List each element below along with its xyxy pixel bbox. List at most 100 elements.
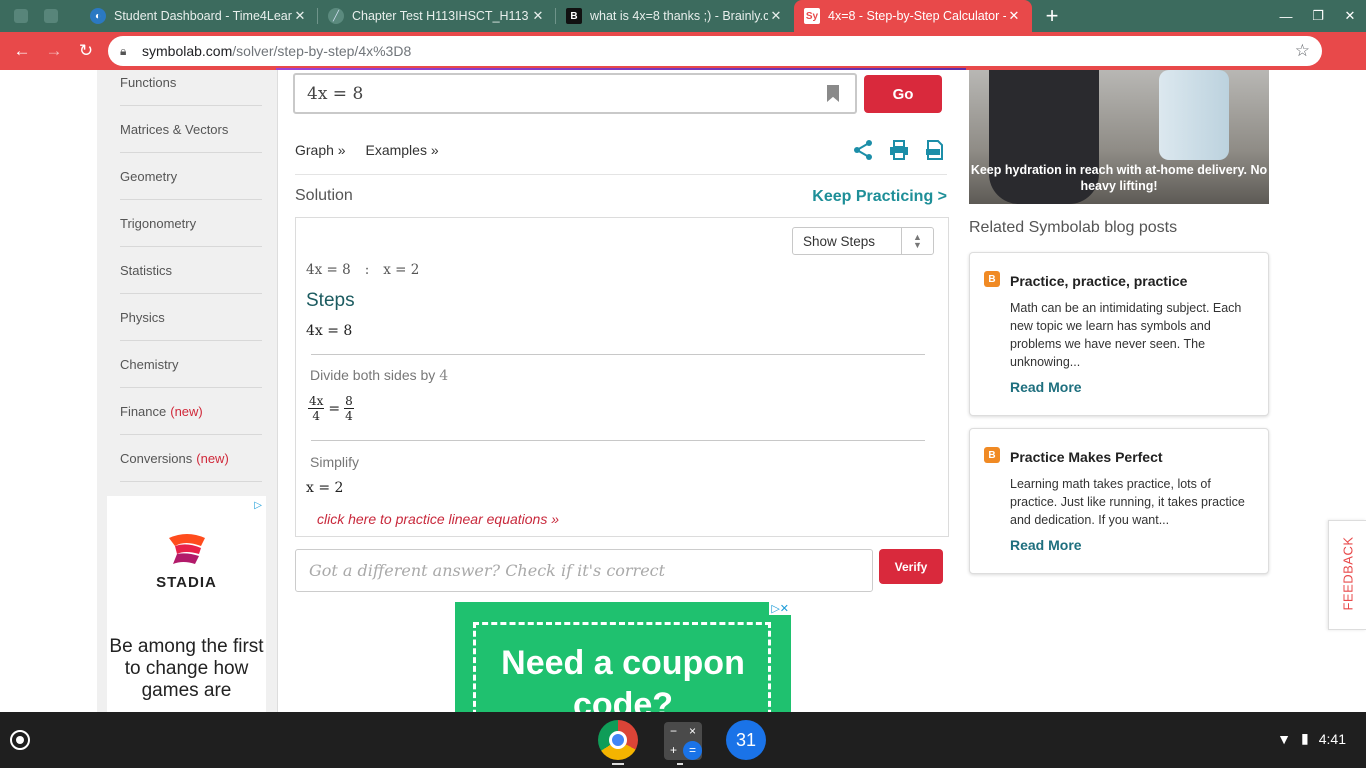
print-icon[interactable]	[888, 139, 910, 161]
sidebar-item-label: Functions	[120, 74, 177, 90]
verify-button[interactable]: Verify	[879, 549, 943, 584]
blogger-icon: B	[984, 271, 1000, 287]
step-divide-value: 4	[439, 368, 449, 384]
close-window-icon[interactable]: ✕	[1334, 8, 1366, 24]
clock-time: 4:41	[1318, 730, 1346, 747]
document-favicon-icon: ╱	[328, 8, 344, 24]
tab-brainly[interactable]: B what is 4x=8 thanks ;) - Brainly.c ✕	[556, 0, 794, 32]
step-fraction-equation: 4x 4 = 84	[308, 394, 354, 423]
coupon-ad-text: Need a coupon code?	[501, 644, 745, 712]
fraction-denominator: 4	[312, 409, 321, 423]
close-tab-icon[interactable]: ✕	[1006, 8, 1022, 24]
fraction-denominator: 4	[345, 409, 353, 423]
hidden-tabs-area[interactable]	[0, 0, 80, 32]
hydration-ad[interactable]: Keep hydration in reach with at-home del…	[969, 70, 1269, 204]
status-tray[interactable]: ▼ ▮ 4:41	[1277, 730, 1346, 747]
url-host: symbolab.com	[142, 43, 233, 59]
brainly-favicon-icon: B	[566, 8, 582, 24]
step-divide-text: Divide both sides by	[310, 367, 436, 383]
maximize-icon[interactable]: ❐	[1302, 8, 1334, 24]
solver-links: Graph » Examples »	[295, 142, 455, 158]
read-more-link[interactable]: Read More	[1010, 537, 1082, 553]
tab-title: Chapter Test H113IHSCT_H113	[352, 9, 529, 23]
solution-tools	[852, 139, 946, 161]
tab-chapter-test[interactable]: ╱ Chapter Test H113IHSCT_H113 ✕	[318, 0, 556, 32]
equals-sign: =	[328, 400, 341, 417]
chrome-app-icon[interactable]	[598, 720, 638, 760]
tab-student-dashboard[interactable]: ◐ Student Dashboard - Time4Lear ✕	[80, 0, 318, 32]
sidebar-item-label: Matrices & Vectors	[120, 121, 229, 137]
new-tab-button[interactable]: +	[1032, 0, 1072, 32]
share-icon[interactable]	[852, 139, 874, 161]
close-tab-icon[interactable]: ✕	[530, 8, 546, 24]
sidebar-item-geometry[interactable]: Geometry	[120, 153, 262, 200]
lock-icon[interactable]: 🔒︎	[120, 44, 132, 59]
fraction-numerator: 8	[344, 394, 354, 409]
wifi-icon: ▼	[1277, 730, 1292, 747]
sidebar-item-matrices-vectors[interactable]: Matrices & Vectors	[120, 106, 262, 153]
answer-result: x = 2	[383, 262, 420, 278]
bookmark-star-icon[interactable]: ☆	[1295, 41, 1310, 61]
calculator-app-icon[interactable]: − × + =	[664, 722, 702, 760]
minimize-icon[interactable]: —	[1270, 9, 1302, 24]
verify-answer-input[interactable]: Got a different answer? Check if it's co…	[295, 549, 873, 592]
select-arrows-icon: ▲ ▼	[901, 228, 933, 254]
bookmark-icon[interactable]	[827, 85, 839, 102]
go-button[interactable]: Go	[864, 75, 942, 113]
os-shelf: − × + = 31 ▼ ▮ 4:41	[0, 712, 1366, 768]
show-steps-select[interactable]: Show Steps ▲ ▼	[792, 227, 934, 255]
sidebar-item-statistics[interactable]: Statistics	[120, 247, 262, 294]
adchoices-close-icon[interactable]: ▷✕	[769, 602, 791, 615]
adchoices-icon[interactable]: ▷	[254, 500, 262, 511]
sidebar-item-label: Physics	[120, 309, 165, 325]
feedback-label: FEEDBACK	[1340, 536, 1356, 611]
sidebar-item-chemistry[interactable]: Chemistry	[120, 341, 262, 388]
read-more-link[interactable]: Read More	[1010, 379, 1082, 395]
sidebar-item-physics[interactable]: Physics	[120, 294, 262, 341]
tab-symbolab[interactable]: Sy 4x=8 - Step-by-Step Calculator - ✕	[794, 0, 1032, 32]
blog-post-card: B Practice, practice, practice Math can …	[969, 252, 1269, 416]
back-arrow-icon[interactable]: ←	[6, 41, 38, 61]
sidebar-item-conversions[interactable]: Conversions (new)	[120, 435, 262, 482]
sidebar-item-label: Trigonometry	[120, 215, 197, 231]
launcher-icon[interactable]	[10, 730, 30, 750]
examples-link[interactable]: Examples »	[365, 142, 438, 158]
practice-linear-equations-link[interactable]: click here to practice linear equations …	[317, 511, 559, 527]
feedback-tab[interactable]: FEEDBACK	[1328, 520, 1366, 630]
stadia-ad[interactable]: ▷ STADIA Be among the first to change ho…	[107, 496, 266, 712]
reload-icon[interactable]: ↻	[70, 41, 102, 61]
sidebar-item-trigonometry[interactable]: Trigonometry	[120, 200, 262, 247]
graph-link[interactable]: Graph »	[295, 142, 346, 158]
sidebar-item-label: Geometry	[120, 168, 178, 184]
sidebar-item-label: Chemistry	[120, 356, 179, 372]
keep-practicing-link[interactable]: Keep Practicing >	[812, 188, 947, 206]
equation-input[interactable]: 4x = 8	[293, 73, 857, 114]
steps-heading: Steps	[306, 290, 355, 311]
step-divider	[311, 354, 925, 355]
tab-title: 4x=8 - Step-by-Step Calculator -	[828, 9, 1006, 23]
address-bar[interactable]: 🔒︎ symbolab.com/solver/step-by-step/4x%3…	[108, 36, 1322, 66]
blogger-icon: B	[984, 447, 1000, 463]
related-posts-heading: Related Symbolab blog posts	[969, 219, 1178, 236]
stadia-pitch-text: Be among the first to change how games a…	[109, 636, 264, 701]
fraction-numerator: 4x	[308, 394, 325, 409]
right-column: Keep hydration in reach with at-home del…	[969, 70, 1269, 712]
sidebar-item-functions[interactable]: Functions	[120, 59, 262, 106]
answer-separator: :	[364, 262, 370, 278]
window-controls: — ❐ ✕	[1270, 0, 1366, 32]
pdf-icon[interactable]	[924, 139, 946, 161]
calendar-app-icon[interactable]: 31	[726, 720, 766, 760]
show-steps-value: Show Steps	[803, 233, 876, 249]
equation-value: 4x = 8	[307, 83, 364, 104]
new-badge: (new)	[196, 450, 229, 466]
blog-post-title[interactable]: Practice Makes Perfect	[1010, 449, 1163, 465]
water-bottle-image	[1159, 70, 1229, 160]
step-initial-equation: 4x = 8	[306, 323, 353, 339]
close-tab-icon[interactable]: ✕	[768, 8, 784, 24]
sidebar-item-label: Finance	[120, 403, 167, 419]
close-tab-icon[interactable]: ✕	[292, 8, 308, 24]
sidebar-item-finance[interactable]: Finance (new)	[120, 388, 262, 435]
forward-arrow-icon[interactable]: →	[38, 41, 70, 61]
coupon-ad[interactable]: Need a coupon code? ▷✕	[455, 602, 791, 712]
blog-post-title[interactable]: Practice, practice, practice	[1010, 273, 1187, 289]
